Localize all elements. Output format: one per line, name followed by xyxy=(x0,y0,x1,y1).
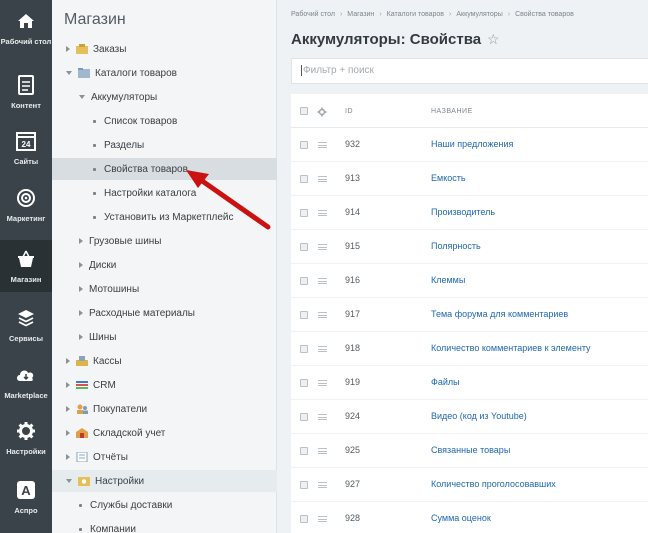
annotation-arrow xyxy=(186,170,271,230)
app-window: Рабочий стол Контент 24 Сайты Маркетинг … xyxy=(0,0,648,533)
